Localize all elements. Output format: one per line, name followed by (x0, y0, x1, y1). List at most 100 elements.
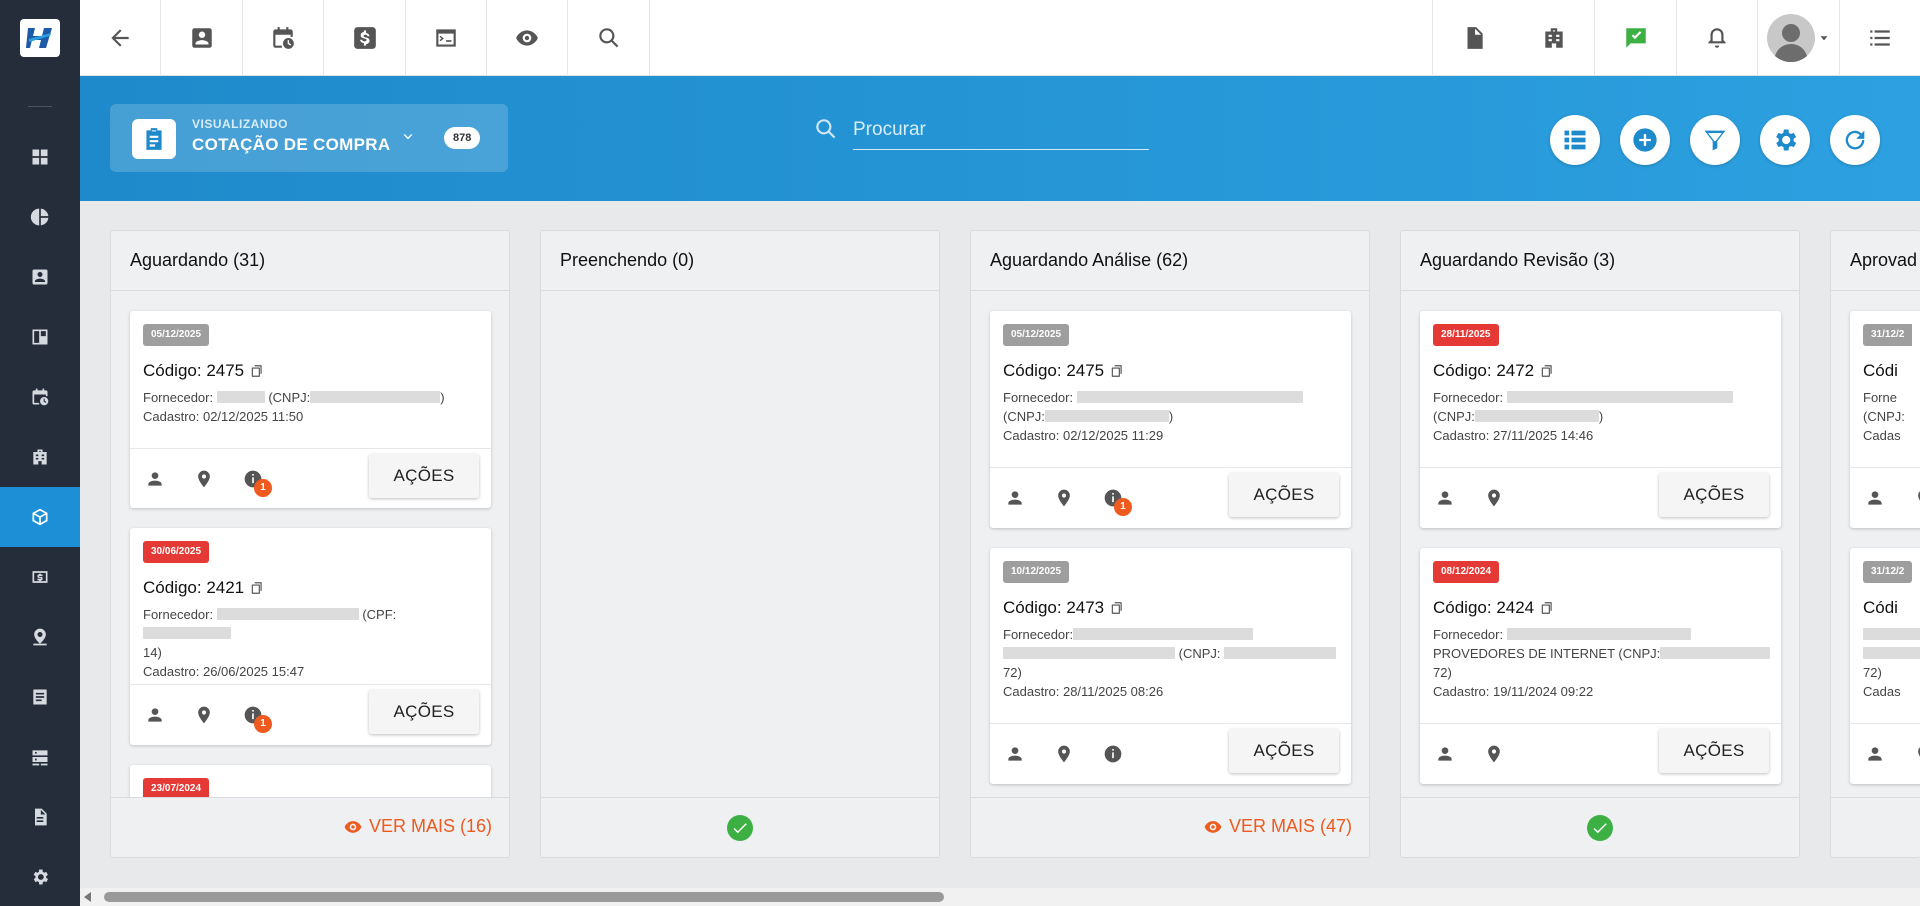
kanban-card[interactable]: 08/12/2024 Código: 2424 Fornecedor: PROV… (1420, 548, 1781, 784)
view-button[interactable] (487, 0, 568, 76)
scroll-left-arrow[interactable] (84, 892, 91, 902)
location-icon[interactable] (1914, 488, 1920, 508)
redacted-text (1506, 628, 1691, 640)
notifications-button[interactable] (1677, 0, 1758, 76)
user-menu-button[interactable] (1758, 0, 1840, 76)
sidebar-item-documents[interactable] (0, 787, 80, 847)
actions-button[interactable]: AÇÕES (1229, 729, 1339, 773)
copy-icon[interactable] (250, 580, 264, 596)
created-date: Cadastro: 02/12/2025 11:29 (1003, 428, 1164, 443)
kanban-card[interactable]: 05/12/2025 Código: 2475 Fornecedor: (CNP… (990, 311, 1351, 528)
company-button[interactable] (1514, 0, 1595, 76)
terminal-icon (436, 29, 456, 47)
sidebar-item-company[interactable] (0, 427, 80, 487)
location-icon[interactable] (1054, 744, 1074, 764)
copy-icon[interactable] (1110, 363, 1124, 379)
info-icon[interactable] (1103, 744, 1123, 764)
actions-button[interactable]: AÇÕES (369, 690, 479, 734)
person-icon[interactable] (1435, 744, 1455, 764)
sidebar-item-servers[interactable] (0, 727, 80, 787)
sidebar-item-dashboard[interactable] (0, 127, 80, 187)
sidebar-item-contacts[interactable] (0, 247, 80, 307)
app-logo[interactable] (0, 0, 80, 76)
refresh-button[interactable] (1830, 115, 1880, 165)
copy-icon[interactable] (1540, 600, 1554, 616)
schedule-button[interactable] (243, 0, 324, 76)
location-icon[interactable] (194, 469, 214, 489)
horizontal-scrollbar[interactable] (80, 888, 1920, 906)
redacted-text (1506, 391, 1733, 403)
card-divider (130, 684, 491, 685)
card-code: Código: 2475 (1003, 361, 1124, 381)
pdf-button[interactable] (1432, 0, 1514, 76)
notification-count: 1 (1114, 498, 1132, 516)
location-icon[interactable] (1484, 744, 1504, 764)
sidebar-item-settings[interactable] (0, 847, 80, 906)
copy-icon[interactable] (1110, 600, 1124, 616)
kanban-card[interactable]: 31/12/2 Códi 72) Cadas (1850, 548, 1920, 784)
chevron-down-icon[interactable] (400, 128, 416, 144)
kanban-card[interactable]: 30/06/2025 Código: 2421 Fornecedor: (CPF… (130, 528, 491, 745)
actions-button[interactable]: AÇÕES (1659, 473, 1769, 517)
person-icon[interactable] (1005, 744, 1025, 764)
search-button[interactable] (568, 0, 650, 76)
search-input[interactable] (853, 110, 1149, 150)
view-selector[interactable]: VISUALIZANDO COTAÇÃO DE COMPRA 878 (110, 104, 508, 172)
tax-tail: 14) (143, 645, 162, 660)
kanban-card[interactable]: 31/12/2 Códi Forne (CNPJ: Cadas (1850, 311, 1920, 528)
person-icon[interactable] (145, 469, 165, 489)
filter-button[interactable] (1690, 115, 1740, 165)
settings-button[interactable] (1760, 115, 1810, 165)
sidebar-item-board[interactable] (0, 307, 80, 367)
sidebar-item-purchases[interactable] (0, 487, 80, 547)
info-icon[interactable]: 1 (243, 705, 272, 733)
search-icon (598, 28, 618, 48)
kanban-card[interactable]: 28/11/2025 Código: 2472 Fornecedor: (CNP… (1420, 311, 1781, 528)
see-more-link[interactable]: VER MAIS (16) (343, 816, 492, 837)
card-code-text: Código: 2421 (143, 578, 245, 597)
money-icon (32, 571, 48, 583)
menu-list-button[interactable] (1840, 0, 1920, 76)
card-code-text: Código: 2475 (1003, 361, 1105, 380)
sidebar-item-schedule[interactable] (0, 367, 80, 427)
add-button[interactable] (1620, 115, 1670, 165)
redacted-text (1474, 410, 1599, 422)
page-header: VISUALIZANDO COTAÇÃO DE COMPRA 878 (80, 76, 1920, 201)
sidebar-item-finance[interactable] (0, 547, 80, 607)
location-icon[interactable] (1054, 488, 1074, 508)
sidebar-item-reports[interactable] (0, 187, 80, 247)
location-icon[interactable] (1484, 488, 1504, 508)
sidebar-item-list[interactable] (0, 667, 80, 727)
date-badge: 05/12/2025 (143, 324, 210, 346)
actions-button[interactable]: AÇÕES (1659, 729, 1769, 773)
tasks-button[interactable] (1595, 0, 1677, 76)
back-button[interactable] (80, 0, 161, 76)
info-icon[interactable]: 1 (243, 469, 272, 497)
location-icon[interactable] (1914, 744, 1920, 764)
card-code: Código: 2475 (143, 361, 264, 381)
person-icon[interactable] (1865, 488, 1885, 508)
kanban-card[interactable]: 10/12/2025 Código: 2473 Fornecedor: (CNP… (990, 548, 1351, 784)
copy-icon[interactable] (250, 363, 264, 379)
list-view-button[interactable] (1550, 115, 1600, 165)
person-icon[interactable] (1005, 488, 1025, 508)
copy-icon[interactable] (1540, 363, 1554, 379)
card-details: Fornecedor: (CPF: 14) Cadastro: 26/06/20… (143, 605, 481, 681)
actions-button[interactable]: AÇÕES (1229, 473, 1339, 517)
kanban-icon (32, 329, 48, 345)
location-icon[interactable] (194, 705, 214, 725)
person-icon[interactable] (1435, 488, 1455, 508)
person-icon[interactable] (145, 705, 165, 725)
info-icon[interactable]: 1 (1103, 488, 1132, 516)
terminal-button[interactable] (406, 0, 487, 76)
supplier-label: Fornecedor: (1003, 390, 1074, 405)
actions-button[interactable]: AÇÕES (369, 454, 479, 498)
contacts-button[interactable] (161, 0, 243, 76)
see-more-link[interactable]: VER MAIS (47) (1203, 816, 1352, 837)
card-divider (1420, 467, 1781, 468)
person-icon[interactable] (1865, 744, 1885, 764)
kanban-card[interactable]: 05/12/2025 Código: 2475 Fornecedor: (CNP… (130, 311, 491, 508)
sidebar-item-locations[interactable] (0, 607, 80, 667)
scrollbar-thumb[interactable] (104, 892, 944, 902)
finance-button[interactable] (324, 0, 406, 76)
